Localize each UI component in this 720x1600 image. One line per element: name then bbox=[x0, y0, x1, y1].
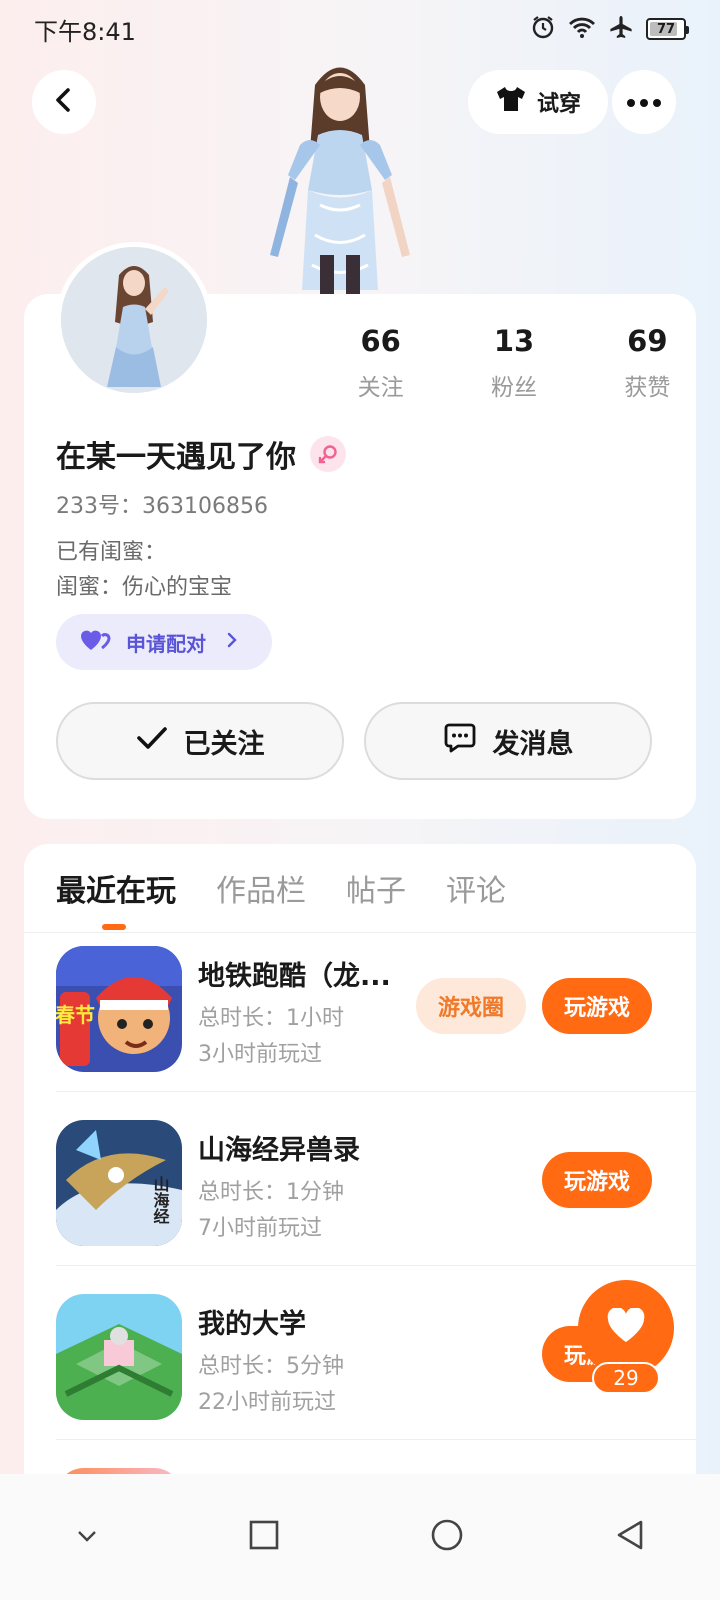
pair-request-button[interactable]: 申请配对 bbox=[56, 614, 272, 670]
game-item-shanhaijing[interactable]: 山海经 山海经异兽录 总时长：1分钟 7小时前玩过 玩游戏 bbox=[24, 1090, 696, 1266]
game-icon-my-university bbox=[56, 1294, 182, 1420]
svg-text:山海经: 山海经 bbox=[151, 1176, 170, 1224]
bestie-label: 已有闺蜜： bbox=[56, 540, 167, 565]
pair-request-label: 申请配对 bbox=[126, 631, 206, 656]
status-time: 下午8:41 bbox=[34, 17, 136, 46]
battery-level: 77 bbox=[656, 21, 676, 37]
more-dots-icon bbox=[626, 93, 662, 112]
bestie-name: 闺蜜：伤心的宝宝 bbox=[56, 575, 233, 600]
heart-icon bbox=[606, 1307, 646, 1348]
stat-followers-label: 粉丝 bbox=[490, 375, 537, 401]
stat-likes-label: 获赞 bbox=[624, 375, 671, 401]
back-button[interactable] bbox=[32, 70, 96, 134]
game-circle-button[interactable]: 游戏圈 bbox=[416, 978, 526, 1034]
wifi-icon bbox=[568, 15, 596, 43]
game-icon-subway-surfers: 春节 bbox=[56, 946, 182, 1072]
game-last-played: 7小时前玩过 bbox=[198, 1216, 322, 1241]
game-item-subway-surfers[interactable]: 春节 地铁跑酷（龙... 总时长：1小时 3小时前玩过 游戏圈 玩游戏 bbox=[24, 916, 696, 1092]
game-icon-shanhaijing: 山海经 bbox=[56, 1120, 182, 1246]
nav-collapse-icon[interactable] bbox=[76, 1528, 98, 1547]
following-label: 已关注 bbox=[183, 728, 265, 760]
stat-followers[interactable]: 13 粉丝 bbox=[447, 324, 580, 402]
game-last-played: 22小时前玩过 bbox=[198, 1390, 336, 1415]
battery-icon: 77 bbox=[646, 18, 689, 40]
send-message-label: 发消息 bbox=[492, 728, 574, 760]
stat-following-value: 66 bbox=[360, 324, 401, 358]
stat-likes[interactable]: 69 获赞 bbox=[581, 324, 714, 402]
hearts-icon bbox=[80, 627, 114, 658]
airplane-icon bbox=[608, 14, 634, 44]
nav-back-icon[interactable] bbox=[615, 1519, 645, 1555]
status-bar: 下午8:41 77 bbox=[0, 0, 720, 58]
nickname: 在某一天遇见了你 bbox=[56, 440, 296, 475]
stat-following[interactable]: 66 关注 bbox=[314, 324, 447, 402]
female-gender-icon bbox=[310, 436, 346, 472]
chevron-right-icon bbox=[226, 630, 238, 654]
tab-bar: 最近在玩 作品栏 帖子 评论 bbox=[56, 866, 506, 910]
try-on-label: 试穿 bbox=[536, 92, 581, 117]
chat-bubble-icon bbox=[443, 722, 477, 761]
tab-comments[interactable]: 评论 bbox=[446, 866, 506, 910]
game-duration: 总时长：1分钟 bbox=[198, 1180, 344, 1205]
play-game-button[interactable]: 玩游戏 bbox=[542, 978, 652, 1034]
more-button[interactable] bbox=[612, 70, 676, 134]
game-title: 我的大学 bbox=[198, 1309, 306, 1340]
following-button[interactable]: 已关注 bbox=[56, 702, 344, 780]
like-count: 29 bbox=[592, 1362, 660, 1394]
stat-likes-value: 69 bbox=[627, 324, 668, 358]
game-title: 山海经异兽录 bbox=[198, 1135, 360, 1166]
avatar-figure-image bbox=[260, 55, 420, 295]
stat-following-label: 关注 bbox=[357, 375, 404, 401]
alarm-icon bbox=[530, 14, 556, 44]
profile-avatar[interactable] bbox=[56, 242, 212, 398]
try-on-button[interactable]: 试穿 bbox=[468, 70, 608, 134]
tab-posts[interactable]: 帖子 bbox=[346, 866, 406, 910]
svg-text:春节: 春节 bbox=[56, 1003, 95, 1027]
user-id: 233号：363106856 bbox=[56, 494, 268, 519]
game-duration: 总时长：1小时 bbox=[198, 1006, 344, 1031]
play-game-button[interactable]: 玩游戏 bbox=[542, 1152, 652, 1208]
game-duration: 总时长：5分钟 bbox=[198, 1354, 344, 1379]
tab-works[interactable]: 作品栏 bbox=[216, 866, 306, 910]
nav-home-icon[interactable] bbox=[430, 1518, 464, 1556]
nickname-row: 在某一天遇见了你 bbox=[56, 432, 346, 476]
chevron-left-icon bbox=[50, 86, 78, 118]
content-card: 最近在玩 作品栏 帖子 评论 春节 地铁跑酷（龙... 总时长：1小时 3小时前… bbox=[24, 844, 696, 1524]
game-last-played: 3小时前玩过 bbox=[198, 1042, 322, 1067]
status-icons: 77 bbox=[530, 14, 689, 44]
nav-recents-icon[interactable] bbox=[249, 1520, 279, 1554]
game-title: 地铁跑酷（龙... bbox=[198, 961, 391, 992]
stat-followers-value: 13 bbox=[493, 324, 535, 358]
send-message-button[interactable]: 发消息 bbox=[364, 702, 652, 780]
tab-recent-play[interactable]: 最近在玩 bbox=[56, 866, 176, 910]
check-icon bbox=[136, 725, 168, 758]
system-nav-bar bbox=[0, 1474, 720, 1600]
shirt-icon bbox=[495, 85, 527, 119]
profile-stats: 66 关注 13 粉丝 69 获赞 bbox=[314, 324, 714, 402]
